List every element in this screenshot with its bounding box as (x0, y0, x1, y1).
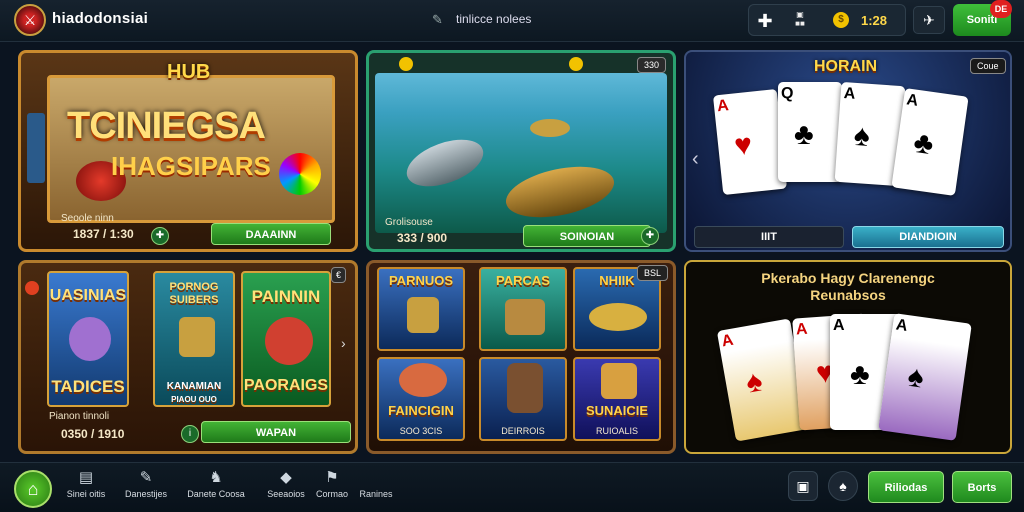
info-icon[interactable]: i (181, 425, 199, 443)
coin-icon: $ (833, 12, 849, 28)
side-tab[interactable] (27, 113, 45, 183)
slots-play-button[interactable]: WAPAN (201, 421, 351, 443)
game-tile[interactable]: SUNAICIE RUIOALIS (573, 357, 661, 441)
warrior-icon (179, 317, 215, 357)
fish-icon (589, 303, 647, 331)
fishing-game-card[interactable]: 330 Grolisouse 333 / 900 SOINOIAN ✚ (366, 50, 676, 252)
currency-hud: ✚ ▣ ■■ $ 1:28 (748, 4, 906, 36)
small-fish-icon (530, 119, 570, 137)
nav-item[interactable]: Ranines (346, 467, 406, 509)
slots-value: 0350 / 1910 (61, 427, 125, 441)
fish-monster-icon (265, 317, 313, 365)
fish-icon (399, 363, 447, 397)
chevron-left-icon[interactable]: ‹ (692, 148, 699, 171)
bell-icon: ♞ (209, 469, 223, 486)
poker-pill[interactable]: Coue (970, 58, 1006, 74)
fishing-pill[interactable]: 330 (637, 57, 667, 73)
challenge-title: Pkerabo Hagy Clarenengc Reunabsos (761, 270, 935, 303)
sea-scene (375, 73, 667, 233)
coin-icon (399, 57, 413, 71)
list-icon: ▤ (78, 469, 94, 486)
chest-icon[interactable]: ▣ (788, 471, 818, 501)
fishing-value: 333 / 900 (397, 231, 448, 245)
spade-icon[interactable]: ♠ (828, 471, 858, 501)
playing-card: Q ♣ (778, 82, 842, 182)
bottom-nav-bar: ⌂ ▤ Sinei oitis ✎ Danestijes ♞ Danete Co… (0, 462, 1024, 512)
hub-frame (47, 75, 335, 223)
game-grid-card[interactable]: PARNUOS PARCAS NHIIK BSL FAINCIGIN SOO 3… (366, 260, 676, 454)
chest-icon[interactable]: ▣ ■■ (789, 10, 811, 30)
cat-icon (407, 297, 439, 333)
pirate-icon (507, 363, 543, 413)
challenge-card[interactable]: Pkerabo Hagy Clarenengc Reunabsos A ♠ A ♥ … (684, 260, 1012, 454)
slots-label: Pianon tinnoli (49, 411, 110, 422)
creature-icon (69, 317, 111, 361)
hub-subtitle: IHAGSIPARS (111, 151, 271, 181)
nav-item[interactable]: ♞ Danete Coosa (186, 467, 246, 509)
rainbow-orb-icon (279, 153, 321, 195)
nav-item[interactable]: ✎ Danestijes (116, 467, 176, 509)
edit-icon: ✎ (139, 469, 153, 486)
fishing-play-button[interactable]: SOINOIAN (523, 225, 651, 247)
coin-icon (569, 57, 583, 71)
add-currency-button[interactable]: ✚ (755, 11, 775, 31)
poker-right-button[interactable]: DIANDIOIN (852, 226, 1004, 248)
logo-icon[interactable]: ⚔ (14, 4, 46, 36)
golden-fish-icon (501, 158, 619, 226)
hub-game-card[interactable]: HUB TCINIEGSA IHAGSIPARS Seoole ninn 183… (18, 50, 358, 252)
top-bar: ⚔ hiadodonsiai ✎ tinlicce nolees ✚ ▣ ■■ $… (0, 0, 1024, 42)
game-tile[interactable]: PARNUOS (377, 267, 465, 351)
playing-card: A ♣ (891, 88, 969, 196)
slot-tile[interactable]: PORNOG SUIBERS KANAMIAN PIAOU OUO (153, 271, 235, 407)
arrow-icon[interactable]: ✎ (432, 12, 443, 28)
playing-card: A ♥ (712, 88, 788, 196)
mail-icon[interactable]: ✈ (913, 6, 945, 34)
poker-game-card[interactable]: HORAIN Coue ‹ A ♥ Q ♣ A ♠ A ♣ IIIT DIANDIOIN (684, 50, 1012, 252)
playing-card: A ♠ (878, 313, 972, 441)
hub-play-button[interactable]: DAAAINN (211, 223, 331, 245)
hub-big-title: TCINIEGSA (67, 105, 266, 147)
home-icon[interactable]: ⌂ (14, 470, 52, 508)
gem-icon (25, 281, 39, 295)
slots-tag[interactable]: € (331, 267, 347, 283)
bottom-button-b[interactable]: Borts (952, 471, 1012, 503)
hub-title: HUB (167, 61, 211, 83)
chevron-right-icon[interactable]: › (341, 335, 346, 351)
fish-icon (400, 130, 490, 196)
poker-left-button[interactable]: IIIT (694, 226, 844, 248)
grid-pill[interactable]: BSL (637, 265, 669, 281)
currency-amount: 1:28 (861, 13, 888, 28)
notification-badge: DE (990, 0, 1012, 18)
info-icon[interactable]: ✚ (151, 227, 169, 245)
slot-tile[interactable]: UASINIAS TADICES (47, 271, 129, 407)
slot-tile[interactable]: PAINNIN PAORAIGS (241, 271, 331, 407)
hub-value: 1837 / 1:30 (73, 227, 134, 241)
game-tile[interactable]: PARCAS (479, 267, 567, 351)
plus-icon[interactable]: ✚ (641, 227, 659, 245)
poker-title: HORAIN (814, 58, 878, 75)
hub-label: Seoole ninn (61, 213, 114, 224)
king-icon (601, 363, 637, 399)
game-tile[interactable]: DEIRROIS (479, 357, 567, 441)
slots-game-card[interactable]: UASINIAS TADICES PORNOG SUIBERS KANAMIAN… (18, 260, 358, 454)
bottom-button-a[interactable]: Riliodas (868, 471, 944, 503)
nav-item[interactable]: ▤ Sinei oitis (56, 467, 116, 509)
game-tile[interactable]: FAINCIGIN SOO 3CIS (377, 357, 465, 441)
brand-name: hiadodonsiai (52, 10, 149, 27)
chest-icon (505, 299, 545, 335)
fishing-label: Grolisouse (385, 217, 433, 228)
top-nav-text[interactable]: tinlicce nolees (456, 12, 531, 26)
